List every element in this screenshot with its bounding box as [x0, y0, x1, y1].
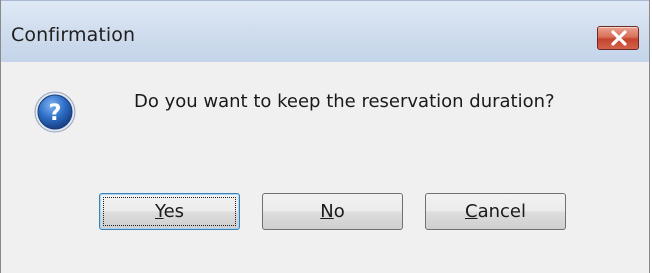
question-icon: ?	[34, 91, 76, 133]
dialog-title: Confirmation	[11, 24, 136, 46]
svg-text:?: ?	[49, 101, 62, 126]
no-button[interactable]: No	[262, 193, 403, 230]
cancel-button[interactable]: Cancel	[425, 193, 566, 230]
yes-label: es	[163, 201, 185, 222]
yes-button[interactable]: Yes	[99, 193, 240, 230]
yes-mnemonic: Y	[154, 201, 164, 222]
confirmation-message: Do you want to keep the reservation dura…	[134, 91, 555, 112]
close-button[interactable]	[597, 26, 639, 50]
no-mnemonic: N	[320, 201, 334, 222]
title-bar[interactable]: Confirmation	[1, 0, 649, 62]
close-icon	[611, 30, 627, 46]
dialog-content: ? Do you want to keep the reservation du…	[1, 62, 649, 273]
no-label: o	[333, 201, 345, 222]
cancel-mnemonic: C	[465, 201, 478, 222]
confirmation-dialog: Confirmation ? Do you want to keep the r…	[0, 0, 650, 273]
cancel-label: ancel	[477, 201, 526, 222]
